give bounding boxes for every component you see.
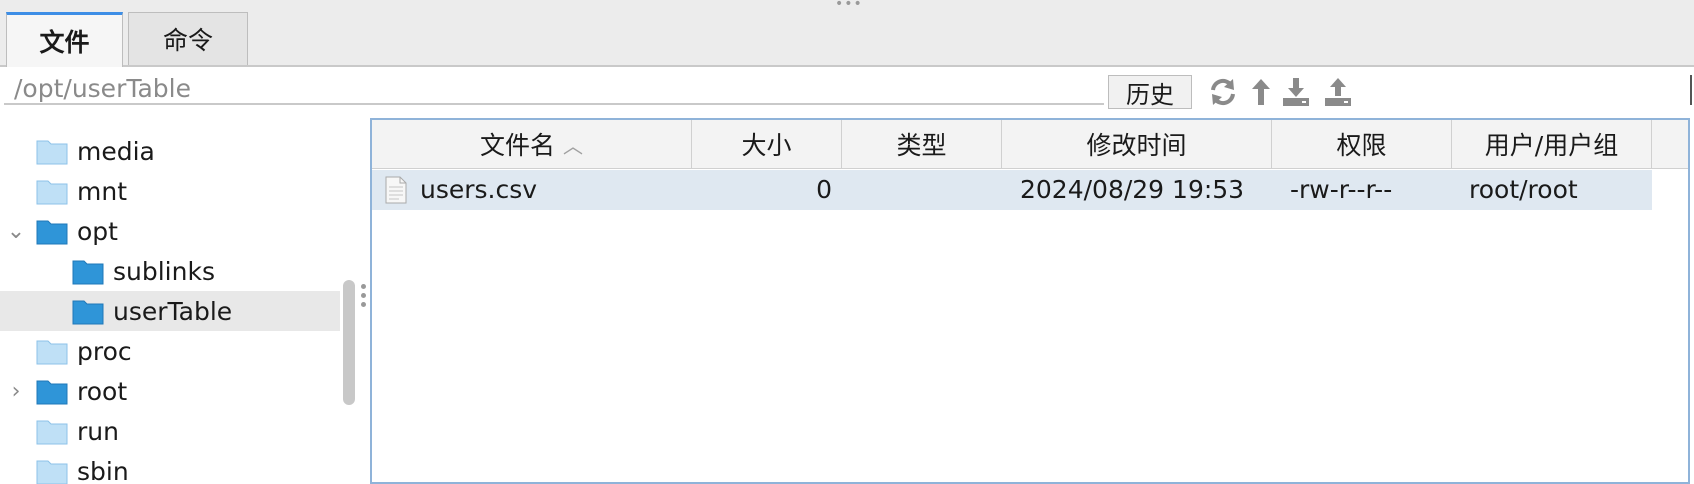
tree-item-media[interactable]: media <box>0 131 340 171</box>
refresh-icon[interactable] <box>1207 76 1239 108</box>
up-arrow-icon[interactable] <box>1245 76 1277 108</box>
column-header-name[interactable]: 文件名 ︿ <box>372 120 692 168</box>
tree-item-mnt[interactable]: mnt <box>0 171 340 211</box>
tree-item-label: sublinks <box>113 256 215 286</box>
drag-grip-icon[interactable]: ••• <box>835 0 863 11</box>
tree-item-label: userTable <box>113 296 233 326</box>
tree-item-sbin[interactable]: sbin <box>0 451 340 484</box>
download-icon[interactable] <box>1280 76 1312 108</box>
tree-item-run[interactable]: run <box>0 411 340 451</box>
folder-icon <box>36 420 68 445</box>
folder-icon <box>36 460 68 484</box>
file-icon <box>385 176 407 204</box>
column-header-owner[interactable]: 用户/用户组 <box>1452 120 1652 168</box>
tree-item-opt[interactable]: ⌄ opt <box>0 211 340 251</box>
folder-icon <box>36 140 68 165</box>
folder-icon <box>72 300 104 325</box>
tree-item-usertable[interactable]: userTable <box>0 291 340 331</box>
history-button[interactable]: 历史 <box>1108 75 1192 109</box>
tab-commands[interactable]: 命令 <box>128 12 248 65</box>
tree-item-label: root <box>77 376 128 406</box>
sort-ascending-icon: ︿ <box>563 133 583 158</box>
tab-strip: 文件 命令 <box>0 8 1694 67</box>
tree-item-label: media <box>77 136 155 166</box>
tree-item-label: mnt <box>77 176 127 206</box>
upload-icon[interactable] <box>1322 76 1354 108</box>
chevron-down-icon[interactable]: ⌄ <box>6 219 26 244</box>
column-header-type[interactable]: 类型 <box>842 120 1002 168</box>
cell-permissions: -rw-r--r-- <box>1290 175 1393 204</box>
folder-icon <box>72 260 104 285</box>
tree-item-proc[interactable]: proc <box>0 331 340 371</box>
panel-edge <box>1690 75 1692 105</box>
cell-filename: users.csv <box>420 175 538 204</box>
cell-type <box>852 170 992 210</box>
column-header-label: 文件名 <box>479 131 555 160</box>
file-table: 文件名 ︿ 大小 类型 修改时间 权限 用户/用户组 users.csv 0 2… <box>370 118 1690 484</box>
cell-modified: 2024/08/29 19:53 <box>1020 175 1245 204</box>
tree-item-label: opt <box>77 216 118 246</box>
directory-tree: media mnt ⌄ opt sublinks userTable proc … <box>0 115 340 484</box>
folder-icon <box>36 220 68 245</box>
path-bar: 历史 <box>0 67 1694 113</box>
folder-icon <box>36 180 68 205</box>
folder-icon <box>36 380 68 405</box>
window-top-bar: ••• <box>0 0 1694 11</box>
column-header-modified[interactable]: 修改时间 <box>1002 120 1272 168</box>
tree-item-label: sbin <box>77 456 129 484</box>
folder-icon <box>36 340 68 365</box>
chevron-right-icon[interactable]: › <box>6 379 26 404</box>
column-header-permissions[interactable]: 权限 <box>1272 120 1452 168</box>
tree-item-root[interactable]: › root <box>0 371 340 411</box>
tree-item-sublinks[interactable]: sublinks <box>0 251 340 291</box>
tree-item-label: proc <box>77 336 132 366</box>
tab-files[interactable]: 文件 <box>6 12 123 67</box>
path-input[interactable] <box>4 73 1104 105</box>
cell-size: 0 <box>816 175 832 204</box>
table-header: 文件名 ︿ 大小 类型 修改时间 权限 用户/用户组 <box>372 120 1688 169</box>
cell-owner: root/root <box>1469 175 1578 204</box>
column-header-size[interactable]: 大小 <box>692 120 842 168</box>
splitter-handle[interactable] <box>361 284 367 311</box>
tree-item-label: run <box>77 416 119 446</box>
tree-scrollbar[interactable] <box>343 280 355 405</box>
table-row[interactable]: users.csv 0 2024/08/29 19:53 -rw-r--r-- … <box>372 170 1652 210</box>
